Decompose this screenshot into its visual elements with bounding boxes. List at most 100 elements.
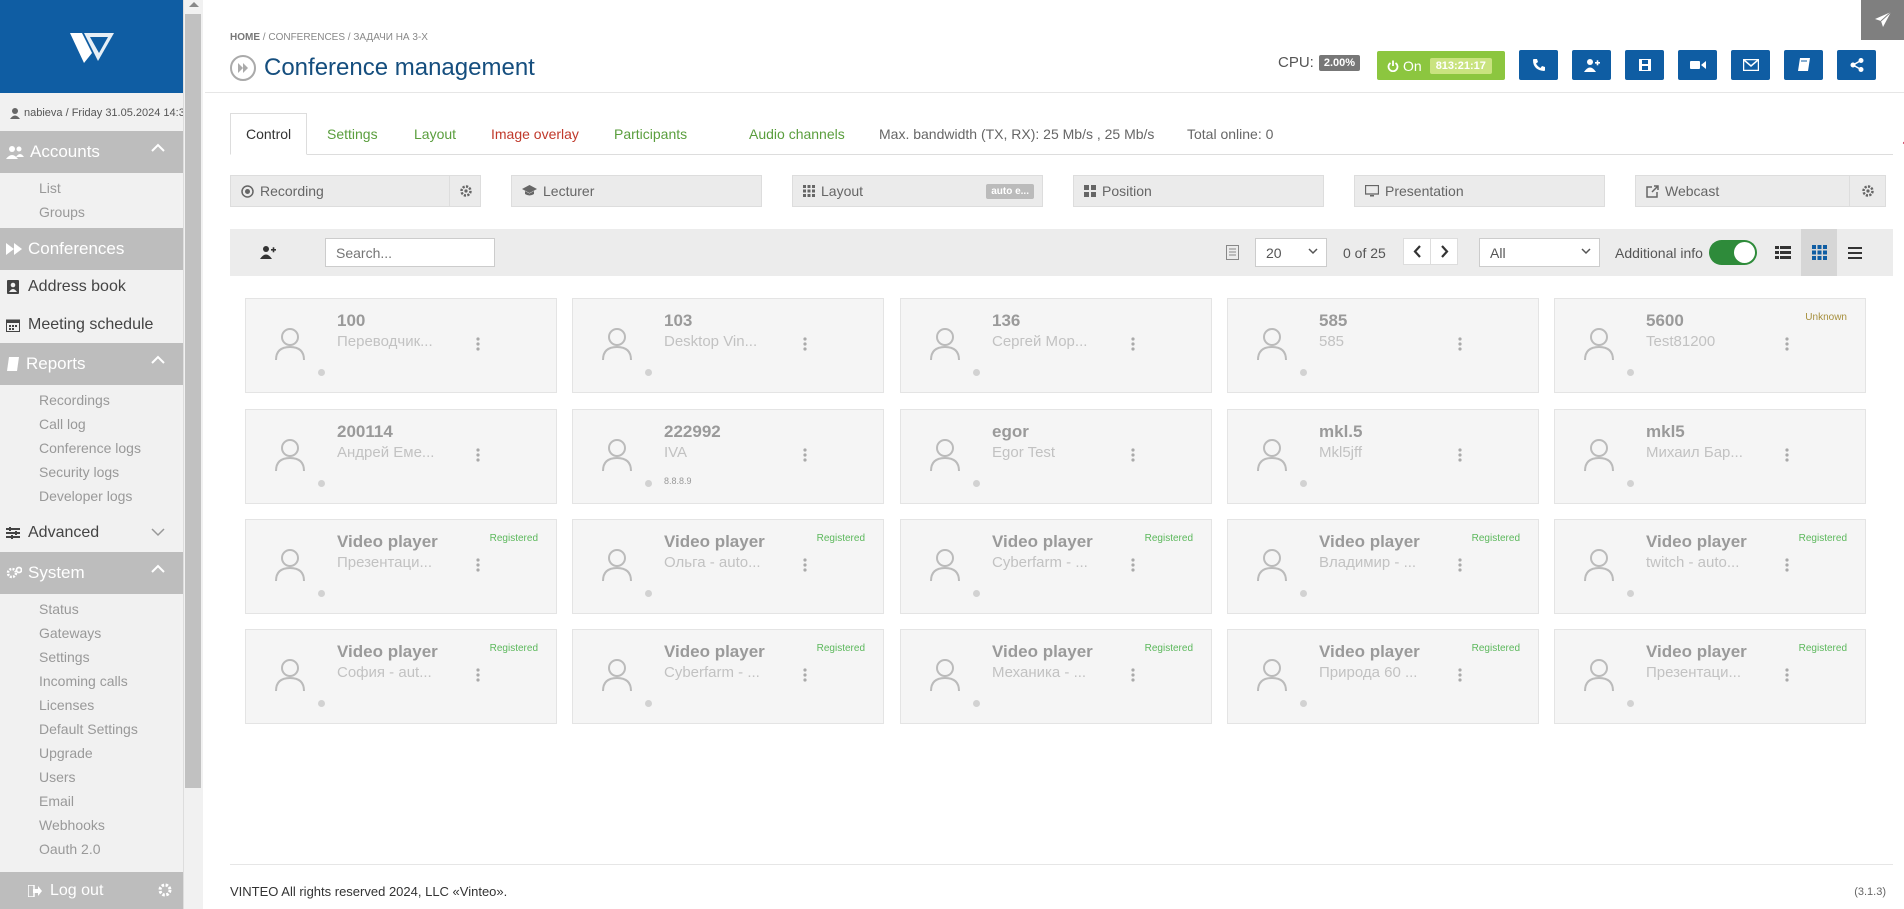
- webcast-control[interactable]: Webcast: [1635, 175, 1886, 207]
- participant-card[interactable]: Video player Механика - ... Registered: [900, 629, 1212, 724]
- sidebar-item-call-log[interactable]: Call log: [39, 416, 86, 432]
- participant-card[interactable]: 585 585: [1227, 298, 1539, 393]
- sidebar-item-settings[interactable]: Settings: [39, 649, 90, 665]
- sidebar-item-meeting-schedule[interactable]: Meeting schedule: [0, 305, 183, 345]
- breadcrumb-home[interactable]: HOME: [230, 32, 260, 43]
- kebab-menu-icon[interactable]: [1785, 668, 1789, 682]
- presentation-control[interactable]: Presentation: [1354, 175, 1605, 207]
- page-size-select[interactable]: 20: [1255, 238, 1327, 267]
- participant-card[interactable]: egor Egor Test: [900, 409, 1212, 504]
- prev-page-button[interactable]: [1403, 238, 1431, 265]
- participant-card[interactable]: Video player twitch - auto... Registered: [1554, 519, 1866, 614]
- kebab-menu-icon[interactable]: [476, 448, 480, 462]
- tab-layout[interactable]: Layout: [414, 113, 456, 155]
- address-book-button[interactable]: [1784, 50, 1823, 80]
- kebab-menu-icon[interactable]: [1131, 558, 1135, 572]
- sidebar-item-gateways[interactable]: Gateways: [39, 625, 101, 641]
- sidebar-item-webhooks[interactable]: Webhooks: [39, 817, 105, 833]
- sidebar-section-accounts[interactable]: Accounts: [0, 131, 183, 173]
- sidebar-item-oauth[interactable]: Oauth 2.0: [39, 841, 101, 857]
- additional-info-toggle[interactable]: [1709, 240, 1757, 265]
- sidebar-item-groups[interactable]: Groups: [39, 204, 85, 220]
- sidebar-item-developer-logs[interactable]: Developer logs: [39, 488, 132, 504]
- kebab-menu-icon[interactable]: [1458, 558, 1462, 572]
- send-feedback-button[interactable]: [1861, 0, 1904, 40]
- list-alt-icon[interactable]: [1226, 245, 1239, 260]
- kebab-menu-icon[interactable]: [1458, 337, 1462, 351]
- sidebar-item-status[interactable]: Status: [39, 601, 79, 617]
- kebab-menu-icon[interactable]: [803, 558, 807, 572]
- sidebar-item-users[interactable]: Users: [39, 769, 76, 785]
- kebab-menu-icon[interactable]: [476, 337, 480, 351]
- kebab-menu-icon[interactable]: [1458, 668, 1462, 682]
- gear-icon[interactable]: [157, 882, 173, 898]
- tab-control[interactable]: Control: [230, 113, 308, 155]
- vinteo-logo[interactable]: [0, 0, 183, 93]
- search-input[interactable]: [325, 238, 495, 267]
- sidebar-section-conferences[interactable]: Conferences: [0, 228, 183, 270]
- sidebar-item-advanced[interactable]: Advanced: [0, 513, 183, 553]
- participant-card[interactable]: Video player Владимир - ... Registered: [1227, 519, 1539, 614]
- participant-card[interactable]: Video player Cyberfarm - ... Registered: [900, 519, 1212, 614]
- logout-button[interactable]: Log out: [0, 872, 183, 909]
- next-page-button[interactable]: [1430, 238, 1458, 265]
- sidebar-item-upgrade[interactable]: Upgrade: [39, 745, 93, 761]
- sidebar-section-system[interactable]: System: [0, 552, 183, 594]
- gear-icon[interactable]: [1861, 184, 1875, 198]
- tab-image-overlay[interactable]: Image overlay: [491, 113, 579, 155]
- participant-card[interactable]: Video player София - aut... Registered: [245, 629, 557, 724]
- filter-select[interactable]: All: [1479, 238, 1600, 267]
- scroll-up-arrow-icon[interactable]: [189, 2, 199, 7]
- lecturer-control[interactable]: Lecturer: [511, 175, 762, 207]
- kebab-menu-icon[interactable]: [1131, 337, 1135, 351]
- sidebar-item-conference-logs[interactable]: Conference logs: [39, 440, 141, 456]
- kebab-menu-icon[interactable]: [803, 337, 807, 351]
- conference-on-button[interactable]: On 813:21:17: [1377, 51, 1505, 80]
- participant-card[interactable]: Video player Презентаци... Registered: [245, 519, 557, 614]
- gear-icon[interactable]: [459, 184, 473, 198]
- participant-card[interactable]: Video player Cyberfarm - ... Registered: [572, 629, 884, 724]
- media-button[interactable]: [1625, 50, 1664, 80]
- recording-control[interactable]: Recording: [230, 175, 481, 207]
- sidebar-item-list[interactable]: List: [39, 180, 61, 196]
- participant-card[interactable]: 5600 Test81200 Unknown: [1554, 298, 1866, 393]
- kebab-menu-icon[interactable]: [1785, 558, 1789, 572]
- participant-card[interactable]: Video player Природа 60 ... Registered: [1227, 629, 1539, 724]
- share-button[interactable]: [1837, 50, 1876, 80]
- position-control[interactable]: Position: [1073, 175, 1324, 207]
- sidebar-item-incoming-calls[interactable]: Incoming calls: [39, 673, 128, 689]
- add-participant-button[interactable]: [1572, 50, 1611, 80]
- sidebar-scrollbar-thumb[interactable]: [185, 14, 201, 788]
- kebab-menu-icon[interactable]: [1131, 448, 1135, 462]
- participant-card[interactable]: mkl5 Михаил Бар...: [1554, 409, 1866, 504]
- view-grid-button[interactable]: [1801, 229, 1837, 276]
- sidebar-item-security-logs[interactable]: Security logs: [39, 464, 119, 480]
- participant-card[interactable]: 222992 IVA 8.8.8.9: [572, 409, 884, 504]
- email-button[interactable]: [1731, 50, 1770, 80]
- video-button[interactable]: [1678, 50, 1717, 80]
- layout-control[interactable]: Layout auto e...: [792, 175, 1043, 207]
- kebab-menu-icon[interactable]: [1131, 668, 1135, 682]
- participant-card[interactable]: Video player Презентаци... Registered: [1554, 629, 1866, 724]
- sidebar-item-email[interactable]: Email: [39, 793, 74, 809]
- tab-settings[interactable]: Settings: [327, 113, 378, 155]
- participant-card[interactable]: mkl.5 Mkl5jff: [1227, 409, 1539, 504]
- call-button[interactable]: [1519, 50, 1558, 80]
- kebab-menu-icon[interactable]: [803, 668, 807, 682]
- kebab-menu-icon[interactable]: [803, 448, 807, 462]
- participant-card[interactable]: Video player Ольга - auto... Registered: [572, 519, 884, 614]
- kebab-menu-icon[interactable]: [1458, 448, 1462, 462]
- sidebar-item-recordings[interactable]: Recordings: [39, 392, 110, 408]
- tab-audio-channels[interactable]: Audio channels: [749, 113, 845, 155]
- participant-card[interactable]: 103 Desktop Vin...: [572, 298, 884, 393]
- kebab-menu-icon[interactable]: [1785, 337, 1789, 351]
- participant-card[interactable]: 136 Сергей Мор...: [900, 298, 1212, 393]
- view-compact-button[interactable]: [1837, 229, 1873, 276]
- tab-participants[interactable]: Participants: [614, 113, 687, 155]
- kebab-menu-icon[interactable]: [476, 668, 480, 682]
- sidebar-item-address-book[interactable]: Address book: [0, 267, 183, 307]
- sidebar-section-reports[interactable]: Reports: [0, 343, 183, 385]
- view-list-button[interactable]: [1765, 229, 1801, 276]
- kebab-menu-icon[interactable]: [476, 558, 480, 572]
- add-user-icon[interactable]: [260, 245, 276, 259]
